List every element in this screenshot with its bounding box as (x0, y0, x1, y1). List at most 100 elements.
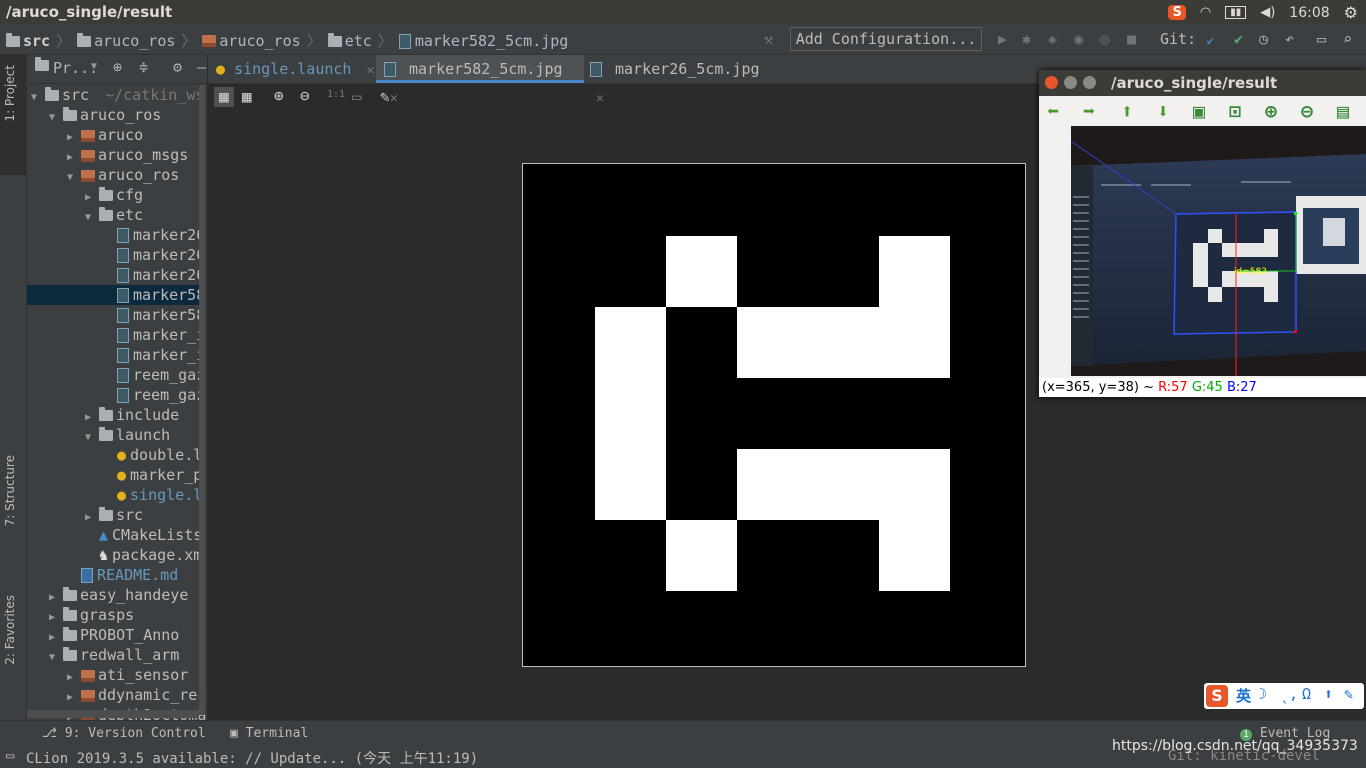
zoom-out-icon[interactable]: ⊖ (1301, 100, 1313, 122)
run-icon[interactable]: ▶ (998, 30, 1007, 48)
gear-icon[interactable]: ⚙ (1344, 3, 1358, 22)
tree-item[interactable]: ● single.l (27, 485, 202, 505)
tree-item[interactable]: marker_i (27, 325, 205, 345)
tree-item[interactable]: README.md (27, 565, 199, 585)
collapse-icon[interactable]: ≑ (139, 58, 148, 76)
search-icon[interactable]: ⌕ (1343, 30, 1352, 48)
zoom-in-icon[interactable]: ⊕ (274, 86, 284, 105)
revert-icon[interactable]: ↶ (1285, 30, 1294, 48)
tree-item[interactable]: ▶ aruco (27, 125, 199, 145)
tree-item[interactable]: ▶ ddynamic_rec (27, 685, 206, 705)
fit-zoom-icon[interactable]: ▭ (352, 87, 362, 106)
clock[interactable]: 16:08 (1289, 5, 1329, 21)
tree-item[interactable]: ▶ include (27, 405, 199, 425)
stop-icon[interactable]: ■ (1127, 30, 1136, 48)
tree-scrollbar[interactable] (199, 85, 205, 715)
debug-icon[interactable]: ✱ (1022, 30, 1031, 48)
tree-horizontal-scrollbar[interactable] (27, 710, 199, 718)
wrench-icon[interactable]: ✎ (1344, 685, 1353, 703)
zoom-out-icon[interactable]: ⊖ (300, 86, 310, 105)
breadcrumb-item[interactable]: aruco_ros (202, 32, 301, 50)
close-icon[interactable] (1045, 76, 1058, 89)
structure-tool-tab[interactable]: 7: Structure (3, 455, 17, 526)
tab-marker582[interactable]: marker582_5cm.jpg ✕ (376, 55, 584, 106)
maximize-icon[interactable] (1083, 76, 1096, 89)
git-commit-icon[interactable]: ✔ (1234, 30, 1243, 48)
tree-item[interactable]: marker58 (27, 305, 205, 325)
chevron-down-icon[interactable]: ▼ (91, 61, 97, 72)
profile-icon[interactable]: ◉ (1074, 30, 1083, 48)
tree-item[interactable]: ▼ launch (27, 425, 199, 445)
tree-item[interactable]: marker58 (27, 285, 205, 305)
tree-item[interactable]: ▼ src ~/catkin_ws (27, 85, 204, 105)
layout-icon[interactable]: ▭ (1317, 30, 1326, 48)
tree-item[interactable]: marker26 (27, 265, 205, 285)
coverage-icon[interactable]: ◈ (1048, 30, 1057, 48)
history-icon[interactable]: ◷ (1259, 30, 1268, 48)
tree-item[interactable]: ▶ ati_sensor (27, 665, 199, 685)
arrow-down-icon[interactable]: ⬇ (1157, 100, 1169, 122)
tree-item[interactable]: ▼ redwall_arm (27, 645, 199, 665)
tree-item[interactable]: ▶ grasps (27, 605, 199, 625)
tab-single-launch[interactable]: ● single.launch ✕ (208, 55, 376, 83)
color-picker-icon[interactable]: ✎ (380, 87, 390, 106)
volume-icon[interactable]: ◀) (1260, 5, 1275, 20)
status-message[interactable]: CLion 2019.3.5 available: // Update... (… (26, 748, 478, 768)
tree-item[interactable]: marker_i (27, 345, 205, 365)
tree-item[interactable]: ▶ cfg (27, 185, 199, 205)
chessboard-icon[interactable]: ▦ (214, 87, 234, 107)
hammer-icon[interactable]: ⚒ (764, 30, 773, 48)
breadcrumb-item[interactable]: src (6, 32, 50, 50)
favorites-tool-tab[interactable]: 2: Favorites (3, 595, 17, 665)
tree-item[interactable]: ▲ CMakeLists (27, 525, 202, 545)
actual-size-button[interactable]: 1:1 (327, 89, 345, 100)
tree-item[interactable]: reem_gaz (27, 385, 205, 405)
omega-icon[interactable]: Ω (1302, 685, 1311, 703)
gear-icon[interactable]: ⚙ (173, 58, 182, 76)
tree-item[interactable]: ▼ aruco_ros (27, 165, 199, 185)
tree-item[interactable]: ▼ etc (27, 205, 199, 225)
git-update-icon[interactable]: ↙ (1206, 30, 1215, 48)
version-control-tab[interactable]: ⎇ 9: Version Control (42, 726, 206, 741)
project-tool-tab[interactable]: 1: Project (3, 65, 17, 122)
tree-item[interactable]: marker26 (27, 225, 205, 245)
tab-marker26[interactable]: marker26_5cm.jpg ✕ (582, 55, 780, 106)
image-icon[interactable]: ▣ (1193, 100, 1205, 122)
zoom-fit-icon[interactable]: ⊡ (1229, 100, 1241, 122)
tree-item[interactable]: ▶ PROBOT_Anno (27, 625, 199, 645)
minimize-icon[interactable] (1064, 76, 1077, 89)
locate-icon[interactable]: ⊕ (113, 58, 122, 76)
arrow-up-icon[interactable]: ⬆ (1121, 100, 1133, 122)
grid-icon[interactable]: ▦ (242, 87, 252, 106)
sogou-icon[interactable]: S (1206, 685, 1228, 707)
arrow-left-icon[interactable]: ⬅ (1047, 100, 1059, 122)
close-icon[interactable]: ✕ (367, 63, 375, 78)
wifi-icon[interactable]: ◠ (1200, 5, 1211, 20)
breadcrumb-item[interactable]: marker582_5cm.jpg (398, 32, 568, 50)
shirt-icon[interactable]: ⬆ (1324, 685, 1333, 703)
tree-item[interactable]: ▼ aruco_ros (27, 105, 199, 125)
save-icon[interactable]: ▤ (1337, 100, 1349, 122)
attach-icon[interactable]: ◎ (1100, 30, 1109, 48)
terminal-tab[interactable]: ▣ Terminal (230, 726, 308, 741)
tree-item[interactable]: ♞ package.xm (27, 545, 202, 565)
tree-item[interactable]: ▶ src (27, 505, 199, 525)
status-update-icon[interactable]: ▭ (6, 748, 14, 764)
tree-item[interactable]: marker26 (27, 245, 205, 265)
tree-item[interactable]: ● marker_p (27, 465, 202, 485)
breadcrumb-item[interactable]: aruco_ros (77, 32, 175, 50)
moon-icon[interactable]: ☽ (1258, 685, 1267, 703)
sogou-icon[interactable]: S (1168, 5, 1186, 20)
ime-language-toggle[interactable]: 英 (1236, 685, 1251, 706)
breadcrumb-item[interactable]: etc (327, 32, 372, 50)
arrow-right-icon[interactable]: ➡ (1083, 100, 1095, 122)
hide-icon[interactable]: – (197, 58, 206, 76)
battery-icon[interactable]: ▮▮ (1225, 6, 1247, 19)
punctuation-icon[interactable]: ˎ, (1280, 685, 1298, 703)
zoom-in-icon[interactable]: ⊕ (1265, 100, 1277, 122)
tree-item[interactable]: ▶ easy_handeye (27, 585, 199, 605)
tree-item[interactable]: ▶ aruco_msgs (27, 145, 199, 165)
tree-item[interactable]: ● double.l (27, 445, 202, 465)
add-configuration-button[interactable]: Add Configuration... (790, 27, 982, 51)
tree-item[interactable]: reem_gaz (27, 365, 205, 385)
